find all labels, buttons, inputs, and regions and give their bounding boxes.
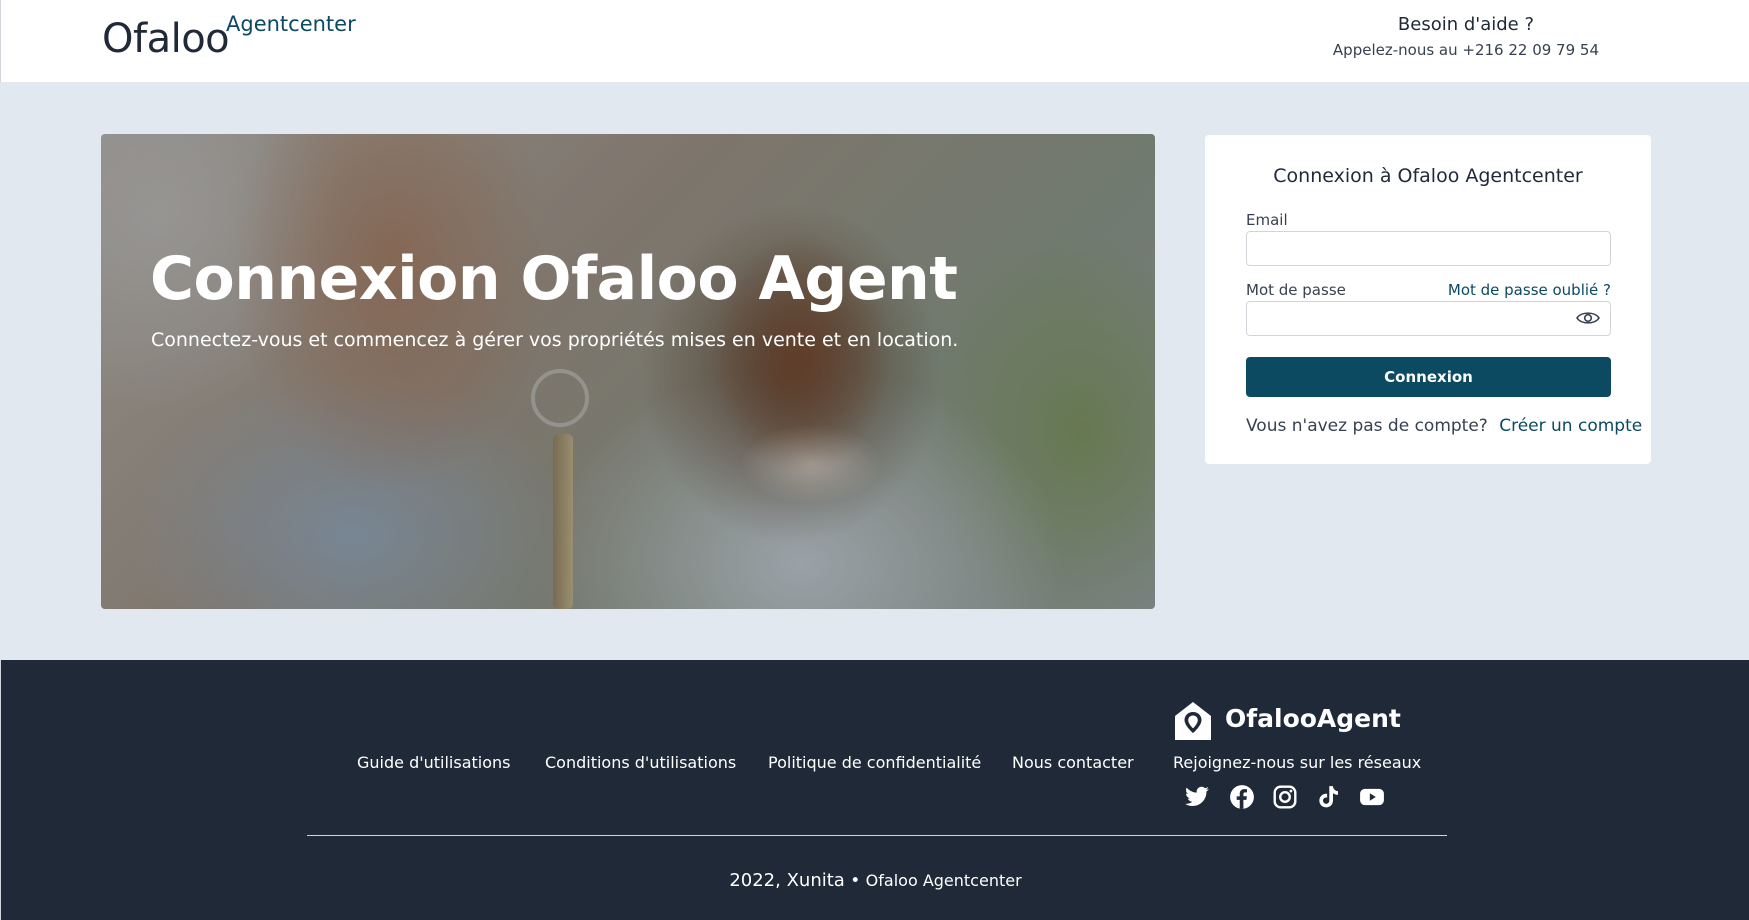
login-card: Connexion à Ofaloo Agentcenter Email Mot… bbox=[1205, 135, 1651, 464]
house-pin-icon bbox=[1175, 702, 1211, 740]
twitter-icon[interactable] bbox=[1184, 784, 1210, 810]
password-field[interactable] bbox=[1246, 301, 1611, 336]
hero-subtitle: Connectez-vous et commencez à gérer vos … bbox=[151, 329, 959, 351]
no-account-text: Vous n'avez pas de compte? bbox=[1246, 416, 1488, 436]
help-title: Besoin d'aide ? bbox=[1397, 14, 1535, 35]
main-section: Connexion Ofaloo Agent Connectez-vous et… bbox=[0, 83, 1749, 660]
copyright: 2022, Xunita • Ofaloo Agentcenter bbox=[1, 870, 1749, 891]
site-header: Ofaloo Agentcenter Besoin d'aide ? Appel… bbox=[0, 0, 1749, 83]
email-label: Email bbox=[1246, 211, 1288, 229]
password-label: Mot de passe bbox=[1246, 281, 1346, 299]
footer-link-guide[interactable]: Guide d'utilisations bbox=[357, 753, 511, 772]
facebook-icon[interactable] bbox=[1229, 784, 1255, 810]
login-title: Connexion à Ofaloo Agentcenter bbox=[1273, 165, 1583, 187]
hero-banner: Connexion Ofaloo Agent Connectez-vous et… bbox=[101, 134, 1155, 609]
copyright-year: 2022, Xunita bbox=[729, 870, 845, 891]
login-button[interactable]: Connexion bbox=[1246, 357, 1611, 397]
hero-title: Connexion Ofaloo Agent bbox=[150, 244, 958, 314]
site-footer: Guide d'utilisations Conditions d'utilis… bbox=[0, 660, 1749, 920]
create-account-link[interactable]: Créer un compte bbox=[1499, 416, 1642, 436]
footer-link-terms[interactable]: Conditions d'utilisations bbox=[545, 753, 736, 772]
footer-divider bbox=[307, 835, 1447, 836]
help-phone: Appelez-nous au +216 22 09 79 54 bbox=[1332, 41, 1599, 59]
site-logo[interactable]: Ofaloo Agentcenter bbox=[102, 12, 356, 62]
footer-link-privacy[interactable]: Politique de confidentialité bbox=[768, 753, 981, 772]
tiktok-icon[interactable] bbox=[1315, 784, 1341, 810]
signup-row: Vous n'avez pas de compte? Créer un comp… bbox=[1246, 416, 1642, 436]
forgot-password-link[interactable]: Mot de passe oublié ? bbox=[1448, 281, 1611, 299]
footer-join-text: Rejoignez-nous sur les réseaux bbox=[1173, 753, 1422, 772]
email-field[interactable] bbox=[1246, 231, 1611, 266]
logo-main-text: Ofaloo bbox=[102, 16, 230, 62]
instagram-icon[interactable] bbox=[1272, 784, 1298, 810]
eye-icon[interactable] bbox=[1576, 310, 1600, 326]
hero-overlay bbox=[101, 134, 1155, 609]
logo-superscript: Agentcenter bbox=[226, 12, 356, 36]
footer-brand-name: OfalooAgent bbox=[1225, 704, 1401, 733]
footer-link-contact[interactable]: Nous contacter bbox=[1012, 753, 1134, 772]
help-block: Besoin d'aide ? Appelez-nous au +216 22 … bbox=[1333, 14, 1599, 59]
copyright-name: Ofaloo Agentcenter bbox=[865, 871, 1022, 890]
youtube-icon[interactable] bbox=[1358, 784, 1384, 810]
copyright-separator: • bbox=[844, 871, 866, 891]
